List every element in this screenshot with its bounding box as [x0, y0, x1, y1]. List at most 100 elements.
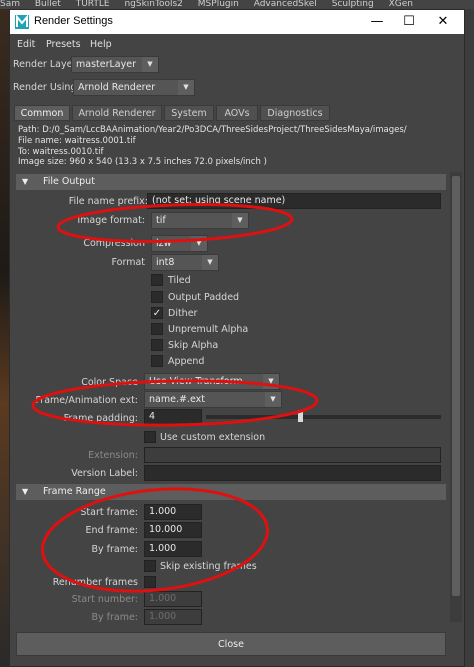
- output-padded-checkbox[interactable]: [151, 291, 163, 303]
- color-space-dropdown[interactable]: Use View Transform ▼: [144, 373, 280, 390]
- shelf-tab[interactable]: AdvancedSkel: [254, 0, 317, 9]
- frame-animation-ext-label: Frame/Animation ext:: [35, 395, 138, 406]
- shelf-tab[interactable]: TURTLE: [76, 0, 110, 9]
- close-button[interactable]: Close: [16, 632, 446, 656]
- use-custom-extension-label: Use custom extension: [160, 432, 266, 443]
- use-custom-extension-checkbox[interactable]: [144, 431, 156, 443]
- extension-field[interactable]: [144, 447, 441, 463]
- info-to: To: waitress.0010.tif: [18, 147, 104, 157]
- info-image-size: Image size: 960 x 540 (13.3 x 7.5 inches…: [18, 157, 267, 167]
- output-padded-label: Output Padded: [168, 292, 240, 303]
- title-bar[interactable]: Render Settings — ☐ ✕: [10, 10, 464, 34]
- maya-logo-icon: [15, 15, 29, 29]
- render-using-value: Arnold Renderer: [78, 82, 156, 93]
- minimize-button[interactable]: —: [362, 10, 392, 34]
- frame-range-section-header[interactable]: ▼ Frame Range: [16, 484, 446, 500]
- file-name-prefix-field[interactable]: (not set; using scene name): [147, 193, 441, 209]
- frame-range-section-label: Frame Range: [43, 486, 106, 497]
- start-number-field[interactable]: 1.000: [144, 591, 202, 607]
- by-frame-label: By frame:: [91, 544, 138, 555]
- collapse-triangle-icon: ▼: [22, 177, 29, 186]
- skip-alpha-checkbox[interactable]: [151, 339, 163, 351]
- shelf-tab[interactable]: MSPlugin: [198, 0, 239, 9]
- chevron-down-icon: ▼: [263, 374, 279, 389]
- format-value: int8: [156, 257, 175, 268]
- format-dropdown[interactable]: int8 ▼: [151, 254, 219, 271]
- vertical-scrollbar[interactable]: [450, 172, 462, 622]
- chevron-down-icon: ▼: [265, 392, 281, 407]
- compression-value: lzw: [156, 238, 172, 249]
- chevron-down-icon: ▼: [178, 80, 194, 95]
- image-format-dropdown[interactable]: tif ▼: [151, 212, 249, 229]
- tab-arnold-renderer[interactable]: Arnold Renderer: [72, 105, 162, 121]
- tab-system[interactable]: System: [164, 105, 214, 121]
- compression-label: Compression: [83, 238, 145, 249]
- slider-knob[interactable]: [298, 410, 303, 422]
- shelf-tab[interactable]: Sculpting: [332, 0, 374, 9]
- frame-padding-slider[interactable]: [206, 410, 441, 422]
- menu-help[interactable]: Help: [90, 39, 112, 50]
- tab-common[interactable]: Common: [14, 105, 70, 121]
- render-layer-value: masterLayer: [76, 59, 136, 70]
- renumber-by-frame-field[interactable]: 1.000: [144, 609, 202, 625]
- tab-diagnostics[interactable]: Diagnostics: [260, 105, 330, 121]
- window-title: Render Settings: [34, 15, 113, 27]
- file-output-section-label: File Output: [43, 176, 95, 187]
- dither-label: Dither: [168, 308, 198, 319]
- frame-padding-field[interactable]: 4: [144, 409, 202, 425]
- menu-bar: Edit Presets Help: [10, 36, 464, 54]
- render-layer-label: Render Layer: [13, 59, 77, 70]
- unpremult-alpha-checkbox[interactable]: [151, 323, 163, 335]
- skip-existing-frames-checkbox[interactable]: [144, 560, 156, 572]
- shelf-tab[interactable]: ngSkinTools2: [124, 0, 182, 9]
- color-space-value: Use View Transform: [149, 376, 243, 387]
- start-frame-label: Start frame:: [80, 507, 138, 518]
- version-label-field[interactable]: [144, 465, 441, 481]
- menu-presets[interactable]: Presets: [46, 39, 81, 50]
- background-viewport-left: [0, 9, 9, 667]
- render-layer-dropdown[interactable]: masterLayer ▼: [71, 56, 159, 73]
- shelf-tab[interactable]: Sam: [0, 0, 20, 9]
- frame-animation-ext-value: name.#.ext: [149, 394, 205, 405]
- maximize-button[interactable]: ☐: [394, 10, 424, 34]
- color-space-label: Color Space: [81, 377, 138, 388]
- end-frame-label: End frame:: [85, 525, 138, 536]
- tab-aovs[interactable]: AOVs: [216, 105, 258, 121]
- append-label: Append: [168, 356, 205, 367]
- format-label: Format: [111, 257, 145, 268]
- collapse-triangle-icon: ▼: [22, 487, 29, 496]
- start-frame-field[interactable]: 1.000: [144, 504, 202, 520]
- by-frame-field[interactable]: 1.000: [144, 541, 202, 557]
- version-label-label: Version Label:: [71, 468, 138, 479]
- info-file-name: File name: waitress.0001.tif: [18, 136, 136, 146]
- tiled-label: Tiled: [168, 275, 191, 286]
- file-name-prefix-label: File name prefix:: [68, 196, 148, 207]
- background-shelf-tabs: Sam Bullet TURTLE ngSkinTools2 MSPlugin …: [0, 0, 474, 9]
- tiled-checkbox[interactable]: [151, 274, 163, 286]
- renumber-frames-checkbox[interactable]: [144, 576, 156, 588]
- frame-animation-ext-dropdown[interactable]: name.#.ext ▼: [144, 391, 282, 408]
- image-format-value: tif: [156, 215, 166, 226]
- chevron-down-icon: ▼: [232, 213, 248, 228]
- chevron-down-icon: ▼: [142, 57, 158, 72]
- image-format-label: Image format:: [77, 215, 145, 226]
- skip-alpha-label: Skip Alpha: [168, 340, 219, 351]
- render-using-dropdown[interactable]: Arnold Renderer ▼: [73, 79, 195, 96]
- file-output-section-header[interactable]: ▼ File Output: [16, 174, 446, 190]
- renumber-by-frame-label: By frame:: [91, 612, 138, 623]
- shelf-tab[interactable]: XGen: [389, 0, 413, 9]
- chevron-down-icon: ▼: [191, 236, 207, 251]
- close-window-button[interactable]: ✕: [428, 10, 458, 34]
- scrollbar-thumb[interactable]: [452, 176, 460, 596]
- renumber-frames-label: Renumber frames: [52, 577, 138, 588]
- start-number-label: Start number:: [71, 594, 138, 605]
- compression-dropdown[interactable]: lzw ▼: [151, 235, 208, 252]
- chevron-down-icon: ▼: [202, 255, 218, 270]
- menu-edit[interactable]: Edit: [17, 39, 35, 50]
- background-viewport-right: [465, 9, 474, 667]
- shelf-tab[interactable]: Bullet: [35, 0, 61, 9]
- render-using-label: Render Using: [13, 82, 77, 93]
- end-frame-field[interactable]: 10.000: [144, 522, 202, 538]
- dither-checkbox[interactable]: ✓: [151, 307, 163, 319]
- append-checkbox[interactable]: [151, 355, 163, 367]
